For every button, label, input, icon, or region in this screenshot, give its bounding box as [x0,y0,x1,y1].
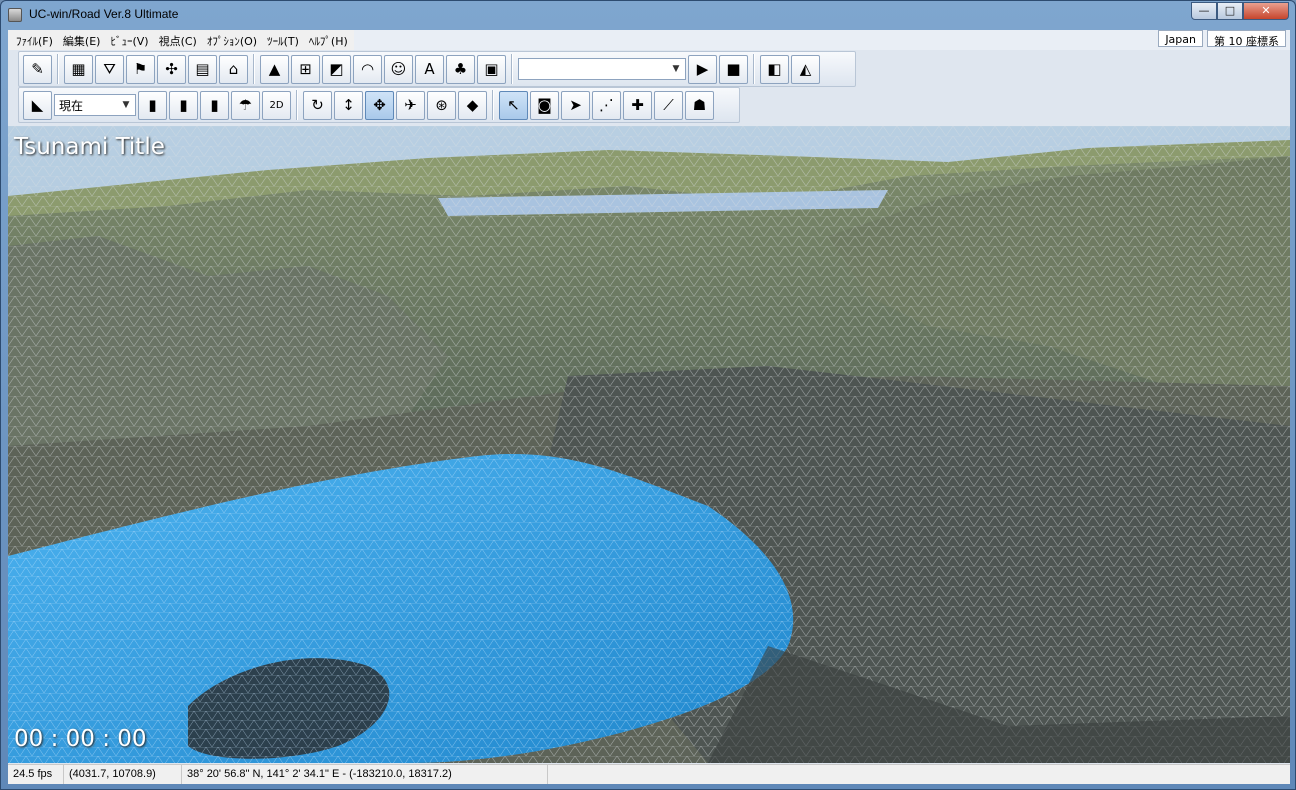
coord-system-badge: 第 10 座標系 [1207,30,1286,48]
minimize-button[interactable]: — [1191,2,1217,20]
signal-play-icon[interactable]: ▮ [138,90,167,120]
intersection-icon[interactable]: ✣ [157,54,186,84]
stop-icon[interactable]: ■ [719,54,748,84]
status-badges: Japan 第 10 座標系 [1158,30,1286,48]
app-window: UC-win/Road Ver.8 Ultimate — □ ✕ ﾌｧｲﾙ(F)… [0,0,1296,790]
rotate-icon[interactable]: ↻ [303,90,332,120]
trees-icon[interactable]: ♣ [446,54,475,84]
helicopter-icon[interactable]: ✚ [623,90,652,120]
status-empty [548,765,1290,784]
pointer-icon[interactable]: ↖ [499,90,528,120]
terrain-grid-icon[interactable]: ▦ [64,54,93,84]
orbit-icon[interactable]: ⊛ [427,90,456,120]
vertical-move-icon[interactable]: ↕ [334,90,363,120]
main-toolbar: ✎ ▦ ⛛ ⚑ ✣ ▤ ⌂ ▲ ⊞ ◩ ◠ ☺ A ♣ ▣ ▼ ▶ ■ ◧ ◭ [18,51,856,87]
menu-options[interactable]: ｵﾌﾟｼｮﾝ(O) [203,30,263,50]
window-title: UC-win/Road Ver.8 Ultimate [29,7,179,21]
pencil-ruler-icon[interactable]: ✎ [23,54,52,84]
separator [296,90,298,120]
road-icon[interactable]: ⛛ [95,54,124,84]
3d-viewport[interactable]: Tsunami Title 00 : 00 : 00 [8,126,1290,763]
time-select[interactable]: 現在 ▼ [54,94,136,116]
separator [753,54,755,84]
bar-chart-icon[interactable]: ▮ [169,90,198,120]
viewport-title: Tsunami Title [14,134,165,160]
drive-icon[interactable]: ◙ [530,90,559,120]
fps-readout: 24.5 fps [8,765,64,784]
menu-bar: ﾌｧｲﾙ(F) 編集(E) ﾋﾞｭｰ(V) 視点(C) ｵﾌﾟｼｮﾝ(O) ﾂｰ… [8,30,1290,50]
bridge-icon[interactable]: ◭ [791,54,820,84]
menu-list: ﾌｧｲﾙ(F) 編集(E) ﾋﾞｭｰ(V) 視点(C) ｵﾌﾟｼｮﾝ(O) ﾂｰ… [8,30,354,50]
menu-file[interactable]: ﾌｧｲﾙ(F) [12,30,59,50]
separator [57,54,59,84]
document-icon[interactable]: ▤ [188,54,217,84]
menu-edit[interactable]: 編集(E) [59,30,107,50]
xy-readout: (4031.7, 10708.9) [64,765,182,784]
client-area: ﾌｧｲﾙ(F) 編集(E) ﾋﾞｭｰ(V) 視点(C) ｵﾌﾟｼｮﾝ(O) ﾂｰ… [8,30,1290,784]
tunnel-icon[interactable]: ◠ [353,54,382,84]
app-icon[interactable] [8,8,22,22]
rain-icon[interactable]: ☂ [231,90,260,120]
separator [253,54,255,84]
simulation-timer: 00 : 00 : 00 [14,726,147,752]
measure-icon[interactable]: ⟋ [654,90,683,120]
separator [511,54,513,84]
environment-icon[interactable]: ◣ [23,90,52,120]
title-bar[interactable]: UC-win/Road Ver.8 Ultimate — □ ✕ [1,1,1295,29]
view-toolbar: ◣ 現在 ▼ ▮ ▮ ▮ ☂ 2D ↻ ↕ ✥ ✈ ⊛ ◆ ↖ ◙ ➤ ⋰ ✚ … [18,87,740,123]
chevron-down-icon: ▼ [122,100,130,110]
walk-path-icon[interactable]: ⋰ [592,90,621,120]
view-2d-icon[interactable]: 2D [262,90,291,120]
traffic-cone-icon[interactable]: ▲ [260,54,289,84]
fly-icon[interactable]: ✈ [396,90,425,120]
separator [492,90,494,120]
terrain-render [8,126,1290,763]
sign-icon[interactable]: ⚑ [126,54,155,84]
play-icon[interactable]: ▶ [688,54,717,84]
model-icon[interactable]: ◩ [322,54,351,84]
screen-icon[interactable]: ▣ [477,54,506,84]
chevron-down-icon: ▼ [672,64,680,74]
scenario-select[interactable]: ▼ [518,58,686,80]
region-badge: Japan [1158,30,1203,47]
close-button[interactable]: ✕ [1243,2,1289,20]
text-icon[interactable]: A [415,54,444,84]
signal-stop-icon[interactable]: ▮ [200,90,229,120]
network-icon[interactable]: ⊞ [291,54,320,84]
menu-help[interactable]: ﾍﾙﾌﾟ(H) [305,30,354,50]
menu-tools[interactable]: ﾂｰﾙ(T) [263,30,305,50]
person-icon[interactable]: ☗ [685,90,714,120]
eraser-icon[interactable]: ◆ [458,90,487,120]
flight-path-icon[interactable]: ➤ [561,90,590,120]
latlon-readout: 38° 20' 56.8" N, 141° 2' 34.1" E - (-183… [182,765,548,784]
window-controls: — □ ✕ [1191,2,1289,20]
menu-camera[interactable]: 視点(C) [155,30,203,50]
time-select-value: 現在 [59,98,84,113]
characters-icon[interactable]: ☺ [384,54,413,84]
add-building-icon[interactable]: ⌂ [219,54,248,84]
vehicle-icon[interactable]: ◧ [760,54,789,84]
status-bar: 24.5 fps (4031.7, 10708.9) 38° 20' 56.8"… [8,764,1290,784]
maximize-button[interactable]: □ [1217,2,1243,20]
pan-icon[interactable]: ✥ [365,90,394,120]
menu-view[interactable]: ﾋﾞｭｰ(V) [106,30,154,50]
